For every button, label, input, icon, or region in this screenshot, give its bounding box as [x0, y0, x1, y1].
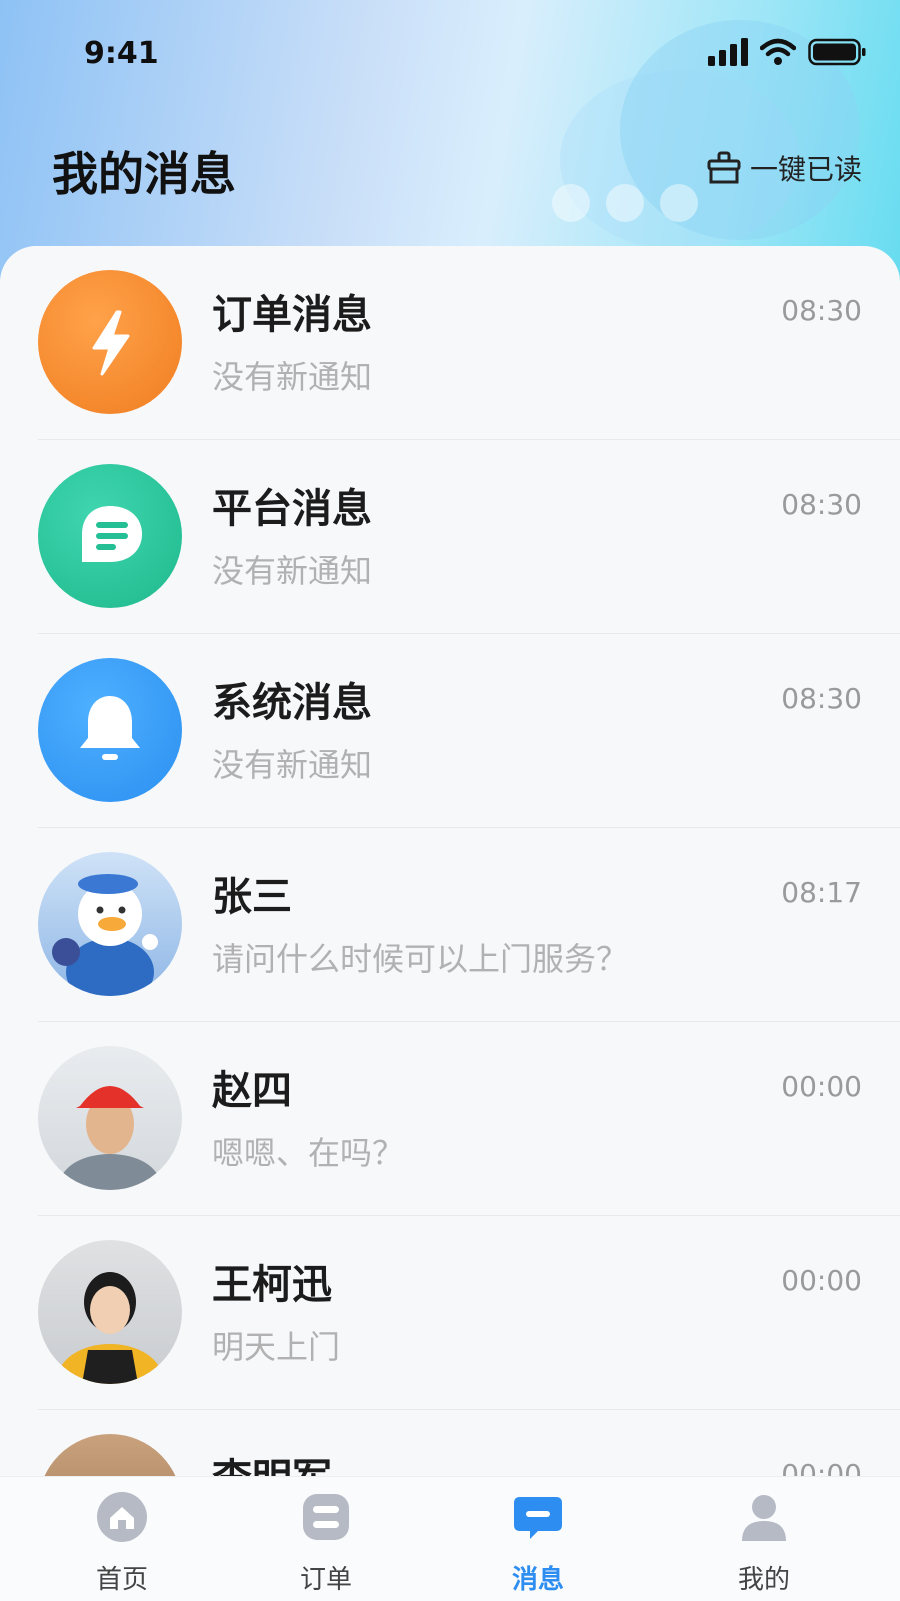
bell-icon: [38, 658, 182, 802]
read-all-label: 一键已读: [749, 153, 862, 186]
page-title: 我的消息: [52, 147, 236, 201]
message-time: 00:00: [781, 1070, 862, 1103]
message-sender: 张三: [212, 874, 292, 920]
status-time: 9:41: [84, 36, 159, 71]
message-preview: 没有新通知: [212, 358, 373, 396]
chat-icon: [38, 464, 182, 608]
message-preview: 请问什么时候可以上门服务？: [212, 940, 629, 978]
message-sender: 平台消息: [212, 486, 372, 532]
message-time: 00:00: [781, 1264, 862, 1297]
message-sender: 系统消息: [212, 680, 372, 726]
bolt-icon: [38, 270, 182, 414]
message-sender: 李明军: [212, 1446, 332, 1476]
message-sender: 赵四: [212, 1068, 292, 1114]
decor-dot: [660, 184, 698, 222]
tab-home[interactable]: 首页: [62, 1491, 182, 1595]
worker-avatar: [38, 1046, 182, 1190]
status-icons: [708, 38, 866, 66]
message-item-limingjun[interactable]: 李明军 00:00: [38, 1410, 900, 1476]
home-icon: [97, 1492, 147, 1542]
message-time: 00:00: [781, 1458, 862, 1476]
decor-dot: [552, 184, 590, 222]
tab-label: 订单: [299, 1565, 352, 1595]
tab-messages[interactable]: 消息: [478, 1491, 598, 1595]
partial-avatar: [38, 1434, 182, 1476]
message-item-order[interactable]: 订单消息 08:30 没有新通知: [38, 246, 900, 440]
message-icon: [514, 1497, 562, 1539]
decor-dot: [606, 184, 644, 222]
signal-icon: [708, 38, 748, 66]
duck-avatar: [38, 852, 182, 996]
tab-profile[interactable]: 我的: [704, 1491, 824, 1595]
battery-icon: [808, 38, 866, 66]
broom-icon: [707, 151, 741, 184]
message-sender: 王柯迅: [212, 1262, 332, 1308]
tab-label: 首页: [95, 1565, 148, 1595]
message-time: 08:17: [781, 876, 862, 909]
tab-label: 消息: [511, 1565, 564, 1595]
message-preview: 明天上门: [212, 1328, 341, 1366]
message-item-system[interactable]: 系统消息 08:30 没有新通知: [38, 634, 900, 828]
message-preview: 没有新通知: [212, 746, 373, 784]
tab-bar: 首页 订单 消息 我的: [0, 1476, 900, 1601]
message-preview: 没有新通知: [212, 552, 373, 590]
message-time: 08:30: [781, 294, 862, 327]
message-item-zhaosi[interactable]: 赵四 00:00 嗯嗯、在吗？: [38, 1022, 900, 1216]
message-item-platform[interactable]: 平台消息 08:30 没有新通知: [38, 440, 900, 634]
read-all-button[interactable]: 一键已读: [706, 148, 862, 188]
wifi-icon: [760, 38, 796, 65]
tab-orders[interactable]: 订单: [266, 1491, 386, 1595]
woman-avatar: [38, 1240, 182, 1384]
message-time: 08:30: [781, 682, 862, 715]
message-item-wangkexun[interactable]: 王柯迅 00:00 明天上门: [38, 1216, 900, 1410]
message-list: 订单消息 08:30 没有新通知 平台消息 08:30 没有新通知 系统消息 0: [0, 246, 900, 1476]
order-icon: [303, 1494, 349, 1540]
message-time: 08:30: [781, 488, 862, 521]
message-sender: 订单消息: [212, 292, 372, 338]
message-preview: 嗯嗯、在吗？: [212, 1134, 405, 1172]
profile-icon: [742, 1495, 786, 1541]
tab-label: 我的: [737, 1565, 790, 1595]
message-item-zhangsan[interactable]: 张三 08:17 请问什么时候可以上门服务？: [38, 828, 900, 1022]
